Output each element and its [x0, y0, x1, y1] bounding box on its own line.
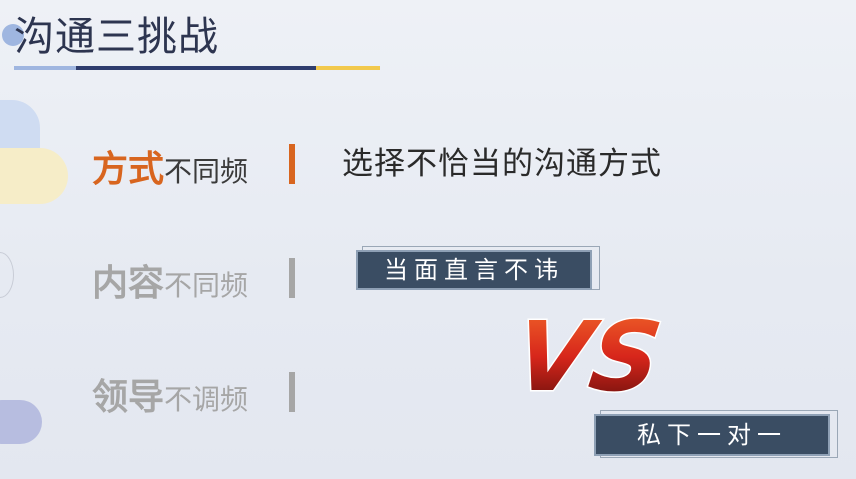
row-content: 内容不同频 — [92, 254, 248, 306]
slide-title: 沟通三挑战 — [14, 14, 219, 60]
decor-circle — [0, 252, 14, 298]
row-leader-small: 不调频 — [164, 383, 249, 416]
vs-text: VS — [520, 300, 668, 412]
tag-private: 私下一对一 — [594, 414, 830, 456]
challenge-description: 选择不恰当的沟通方式 — [342, 146, 662, 182]
row-content-bar — [289, 258, 295, 298]
title-underline-blue — [76, 66, 316, 70]
row-content-big: 内容 — [92, 263, 165, 304]
row-leader: 领导不调频 — [92, 368, 248, 420]
row-content-small: 不同频 — [164, 269, 249, 302]
tag-face-to-face: 当面直言不讳 — [356, 250, 592, 290]
decor-blob-yellow — [0, 148, 68, 204]
title-underline-light — [14, 66, 76, 70]
row-leader-bar — [289, 372, 295, 412]
row-method: 方式不同频 — [92, 140, 248, 192]
row-method-big: 方式 — [92, 149, 165, 190]
row-method-small: 不同频 — [164, 155, 249, 188]
row-method-bar — [289, 144, 295, 184]
title-underline-yellow — [316, 66, 380, 70]
decor-blob-lavender — [0, 400, 42, 444]
row-leader-big: 领导 — [92, 377, 165, 418]
vs-graphic: VS — [520, 299, 669, 414]
